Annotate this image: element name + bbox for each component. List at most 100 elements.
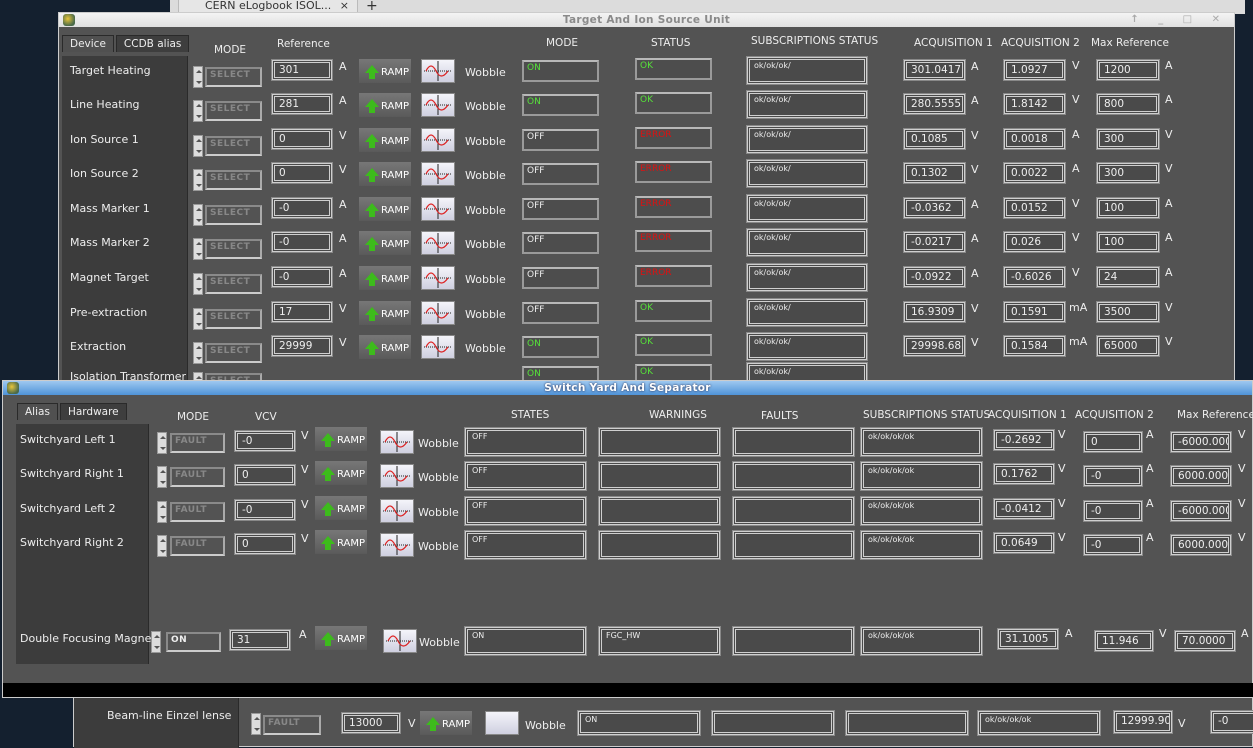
mode-select[interactable]: FAULT (263, 715, 321, 735)
reference-input[interactable]: 17 (272, 302, 332, 322)
mode-select[interactable]: FAULT (170, 536, 225, 556)
ramp-button[interactable]: RAMP (315, 626, 367, 650)
tisu-titlebar[interactable]: Target And Ion Source Unit ↑ _ □ ✕ (59, 13, 1234, 27)
maxref-unit: V (1165, 128, 1173, 141)
ramp-button[interactable]: RAMP (359, 266, 411, 290)
ramp-button[interactable]: RAMP (359, 128, 411, 152)
mode-spinner[interactable] (157, 432, 167, 454)
reference-input[interactable]: 0 (272, 129, 332, 149)
vcv-input[interactable]: 13000 (342, 713, 400, 733)
warnings-field (599, 531, 720, 559)
ramp-button[interactable]: RAMP (359, 335, 411, 359)
ramp-button[interactable]: RAMP (420, 711, 472, 735)
mode-select[interactable]: SELECT (205, 239, 262, 259)
vcv-input[interactable]: 0 (235, 534, 295, 554)
reference-input[interactable]: 29999 (272, 336, 332, 356)
wobble-icon[interactable] (380, 533, 414, 557)
mode-select[interactable]: ON (166, 632, 221, 652)
reference-input[interactable]: 301 (272, 60, 332, 80)
mode-spinner[interactable] (193, 135, 203, 157)
mode-select[interactable]: SELECT (205, 136, 262, 156)
wobble-icon[interactable] (421, 231, 455, 255)
wobble-icon[interactable] (380, 430, 414, 454)
maxref-field: 1200 (1097, 60, 1159, 80)
mode-select[interactable]: SELECT (205, 309, 262, 329)
mode-select[interactable]: SELECT (205, 67, 262, 87)
vcv-input[interactable]: -0 (235, 500, 295, 520)
wobble-icon[interactable] (421, 59, 455, 83)
wobble-icon[interactable] (421, 301, 455, 325)
ramp-button[interactable]: RAMP (359, 59, 411, 83)
reference-input[interactable]: -0 (272, 267, 332, 287)
vcv-input[interactable]: 31 (230, 630, 290, 650)
ramp-button[interactable]: RAMP (315, 530, 367, 554)
mode-spinner[interactable] (157, 501, 167, 523)
mode-indicator: ON (522, 94, 599, 116)
maxref-field: -6000.000 (1171, 432, 1231, 452)
reference-unit: V (339, 336, 347, 349)
mode-spinner[interactable] (157, 466, 167, 488)
maxref-field: 300 (1097, 163, 1159, 183)
mode-spinner[interactable] (193, 342, 203, 364)
mode-select[interactable]: FAULT (170, 502, 225, 522)
ramp-button[interactable]: RAMP (315, 427, 367, 451)
acq1-field: -0.0412 (994, 499, 1054, 519)
window-controls[interactable]: ↑ _ □ ✕ (1130, 13, 1228, 27)
mode-spinner[interactable] (151, 631, 161, 653)
vcv-input[interactable]: 0 (235, 465, 295, 485)
maxref-unit: A (1165, 231, 1173, 244)
switchyard-titlebar[interactable]: Switch Yard And Separator (3, 381, 1252, 395)
mode-spinner[interactable] (193, 169, 203, 191)
reference-input[interactable]: -0 (272, 198, 332, 218)
close-tab-icon[interactable]: × (340, 0, 349, 12)
device-name: Pre-extraction (70, 306, 148, 319)
wobble-icon[interactable] (421, 128, 455, 152)
mode-spinner[interactable] (193, 273, 203, 295)
ramp-button[interactable]: RAMP (359, 301, 411, 325)
ramp-button[interactable]: RAMP (359, 93, 411, 117)
wobble-icon[interactable] (421, 162, 455, 186)
wobble-icon[interactable] (380, 499, 414, 523)
wobble-icon[interactable] (380, 464, 414, 488)
reference-input[interactable]: 0 (272, 163, 332, 183)
mode-spinner[interactable] (193, 238, 203, 260)
wobble-icon[interactable] (421, 197, 455, 221)
warnings-field (599, 497, 720, 525)
ramp-button[interactable]: RAMP (359, 231, 411, 255)
reference-input[interactable]: -0 (272, 232, 332, 252)
wobble-icon[interactable] (421, 335, 455, 359)
tab-hardware[interactable]: Hardware (59, 403, 127, 420)
acq2-field: -0.6026 (1004, 267, 1065, 287)
maxref-field: 65000 (1097, 336, 1159, 356)
wobble-icon[interactable] (485, 711, 519, 735)
ramp-button[interactable]: RAMP (315, 496, 367, 520)
wobble-icon[interactable] (383, 629, 417, 653)
tab-ccdb-alias[interactable]: CCDB alias (115, 35, 190, 52)
mode-spinner[interactable] (157, 535, 167, 557)
ramp-button[interactable]: RAMP (315, 461, 367, 485)
tab-device[interactable]: Device (62, 35, 114, 52)
vcv-input[interactable]: -0 (235, 431, 295, 451)
wobble-icon[interactable] (421, 266, 455, 290)
mode-select[interactable]: SELECT (205, 101, 262, 121)
ramp-button[interactable]: RAMP (359, 197, 411, 221)
mode-select[interactable]: FAULT (170, 467, 225, 487)
mode-spinner[interactable] (251, 713, 261, 735)
mode-select[interactable]: SELECT (205, 274, 262, 294)
mode-spinner[interactable] (193, 204, 203, 226)
mode-spinner[interactable] (193, 66, 203, 88)
ramp-button[interactable]: RAMP (359, 162, 411, 186)
acq2-field: 0.1584 (1004, 336, 1065, 356)
mode-select[interactable]: SELECT (205, 343, 262, 363)
reference-input[interactable]: 281 (272, 94, 332, 114)
wobble-label: Wobble (465, 66, 506, 79)
mode-select[interactable]: FAULT (170, 433, 225, 453)
wobble-icon[interactable] (421, 93, 455, 117)
device-name: Ion Source 2 (70, 167, 139, 180)
tab-alias[interactable]: Alias (17, 403, 58, 420)
mode-spinner[interactable] (193, 308, 203, 330)
mode-select[interactable]: SELECT (205, 170, 262, 190)
mode-spinner[interactable] (193, 100, 203, 122)
mode-select[interactable]: SELECT (205, 205, 262, 225)
acq1-field: 29998.68 (904, 336, 965, 356)
